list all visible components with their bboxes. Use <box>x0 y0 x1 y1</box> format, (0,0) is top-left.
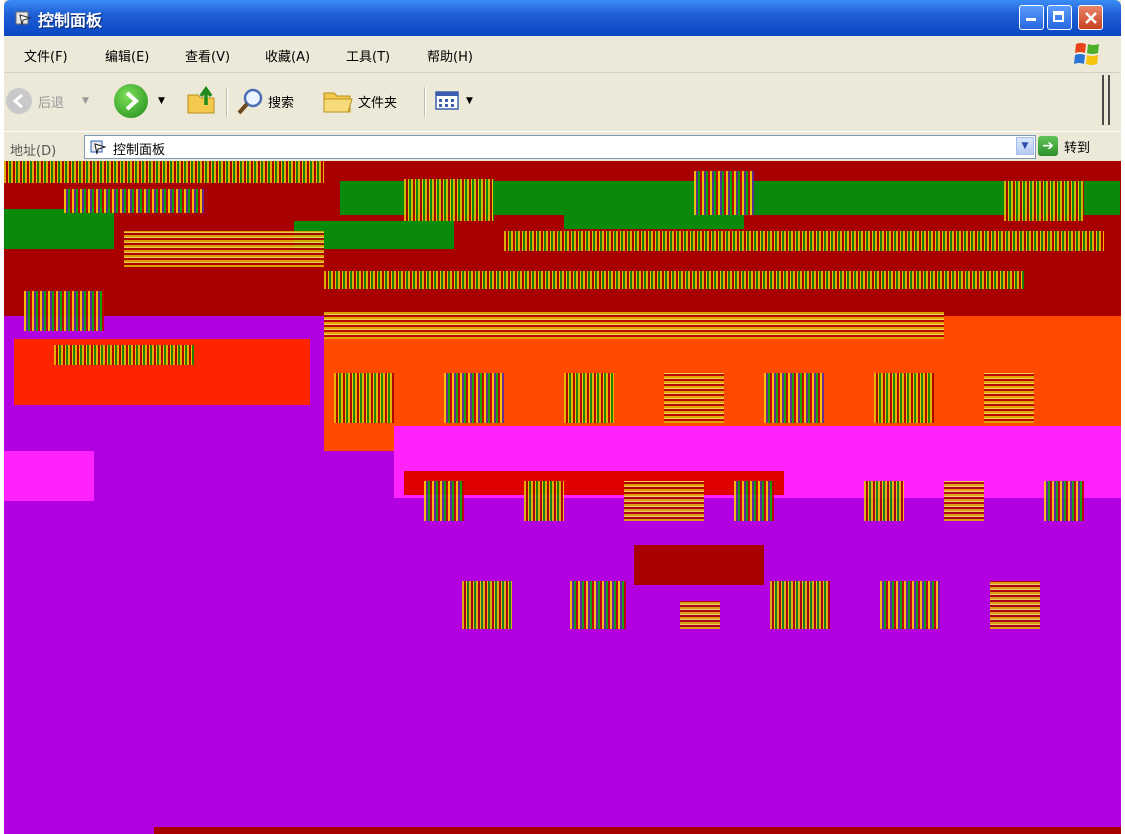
back-button[interactable]: 后退 ▼ <box>6 81 89 121</box>
close-icon <box>1085 12 1097 24</box>
content-pane <box>4 161 1121 834</box>
glitch-noise <box>444 373 504 423</box>
glitch-noise <box>864 481 904 521</box>
title-bar[interactable]: 控制面板 <box>4 0 1121 36</box>
glitch-noise <box>1004 181 1084 221</box>
glitch-noise <box>504 231 1104 251</box>
folders-button[interactable]: 文件夹 <box>322 81 397 121</box>
views-button[interactable]: ▼ <box>434 81 473 121</box>
go-arrow-icon: ➔ <box>1038 136 1058 156</box>
address-dropdown-icon[interactable]: ▼ <box>1016 137 1034 155</box>
folder-icon <box>323 92 353 113</box>
maximize-button[interactable] <box>1047 5 1072 30</box>
standard-toolbar: 后退 ▼ ▼ 搜索 文件夹 ▼ <box>4 73 1121 131</box>
search-icon <box>237 88 263 115</box>
forward-dropdown-icon: ▼ <box>158 96 165 106</box>
menu-file[interactable]: 文件(F) <box>24 46 68 65</box>
glitch-noise <box>694 171 754 215</box>
toolbar-separator <box>226 87 228 117</box>
glitch-noise <box>324 271 1024 289</box>
back-button-label: 后退 <box>38 95 65 111</box>
glitch-noise <box>680 601 720 629</box>
glitch-band-green <box>4 209 114 249</box>
control-panel-icon <box>90 140 106 155</box>
explorer-window: 控制面板 文件(F) 编辑(E) 查看(V) 收藏(A) 工具(T) 帮助(H) <box>4 0 1121 834</box>
glitch-band-red <box>154 827 1121 834</box>
menu-view[interactable]: 查看(V) <box>185 46 230 65</box>
menu-help[interactable]: 帮助(H) <box>427 46 473 65</box>
address-label: 地址(D) <box>10 144 57 159</box>
glitch-noise <box>984 373 1034 423</box>
glitch-noise <box>4 161 324 183</box>
glitch-noise <box>624 481 704 521</box>
glitch-noise <box>54 345 194 365</box>
glitch-noise <box>404 179 494 221</box>
views-icon <box>435 91 459 110</box>
search-button[interactable]: 搜索 <box>236 81 294 121</box>
up-folder-button[interactable] <box>184 81 220 121</box>
glitch-noise <box>324 311 944 339</box>
glitch-noise <box>570 581 626 629</box>
minimize-icon <box>1026 18 1036 21</box>
glitch-noise <box>734 481 774 521</box>
search-button-label: 搜索 <box>268 95 295 111</box>
glitch-noise <box>334 373 394 423</box>
views-dropdown-icon: ▼ <box>466 96 473 106</box>
glitch-noise <box>524 481 564 521</box>
up-folder-icon <box>187 85 215 114</box>
menu-tools[interactable]: 工具(T) <box>346 46 390 65</box>
menu-favorites[interactable]: 收藏(A) <box>265 46 310 65</box>
glitch-band-magenta <box>4 451 94 501</box>
glitch-noise <box>880 581 940 629</box>
glitch-noise <box>764 373 824 423</box>
address-value: 控制面板 <box>113 143 166 158</box>
glitch-band-red <box>634 545 764 585</box>
toolbar-separator <box>424 87 426 117</box>
folders-button-label: 文件夹 <box>358 95 398 111</box>
close-button[interactable] <box>1078 5 1103 30</box>
glitch-noise <box>124 231 324 267</box>
glitch-noise <box>424 481 464 521</box>
glitch-noise <box>770 581 830 629</box>
go-button[interactable]: ➔ 转到 <box>1038 136 1090 156</box>
glitch-noise <box>944 481 984 521</box>
maximize-icon <box>1053 11 1064 22</box>
menu-bar: 文件(F) 编辑(E) 查看(V) 收藏(A) 工具(T) 帮助(H) <box>4 36 1121 73</box>
go-button-label: 转到 <box>1064 140 1091 156</box>
glitch-noise <box>664 373 724 423</box>
forward-arrow-icon <box>114 84 148 118</box>
toolbar-grip <box>1102 75 1110 125</box>
glitch-noise <box>1044 481 1084 521</box>
windows-logo-icon <box>1074 43 1099 65</box>
address-bar: 地址(D) 控制面板 ▼ ➔ 转到 <box>4 131 1121 162</box>
control-panel-icon <box>15 11 32 26</box>
glitch-noise <box>874 373 934 423</box>
menu-edit[interactable]: 编辑(E) <box>105 46 149 65</box>
minimize-button[interactable] <box>1019 5 1044 30</box>
glitch-noise <box>64 189 204 213</box>
window-title: 控制面板 <box>38 11 103 30</box>
glitch-noise <box>462 581 512 629</box>
back-arrow-icon <box>6 88 32 114</box>
address-input[interactable]: 控制面板 ▼ <box>84 135 1036 159</box>
forward-button[interactable]: ▼ <box>114 81 165 121</box>
glitch-noise <box>24 291 104 331</box>
back-dropdown-icon: ▼ <box>82 96 89 106</box>
glitch-noise <box>990 581 1040 629</box>
glitch-noise <box>564 373 614 423</box>
